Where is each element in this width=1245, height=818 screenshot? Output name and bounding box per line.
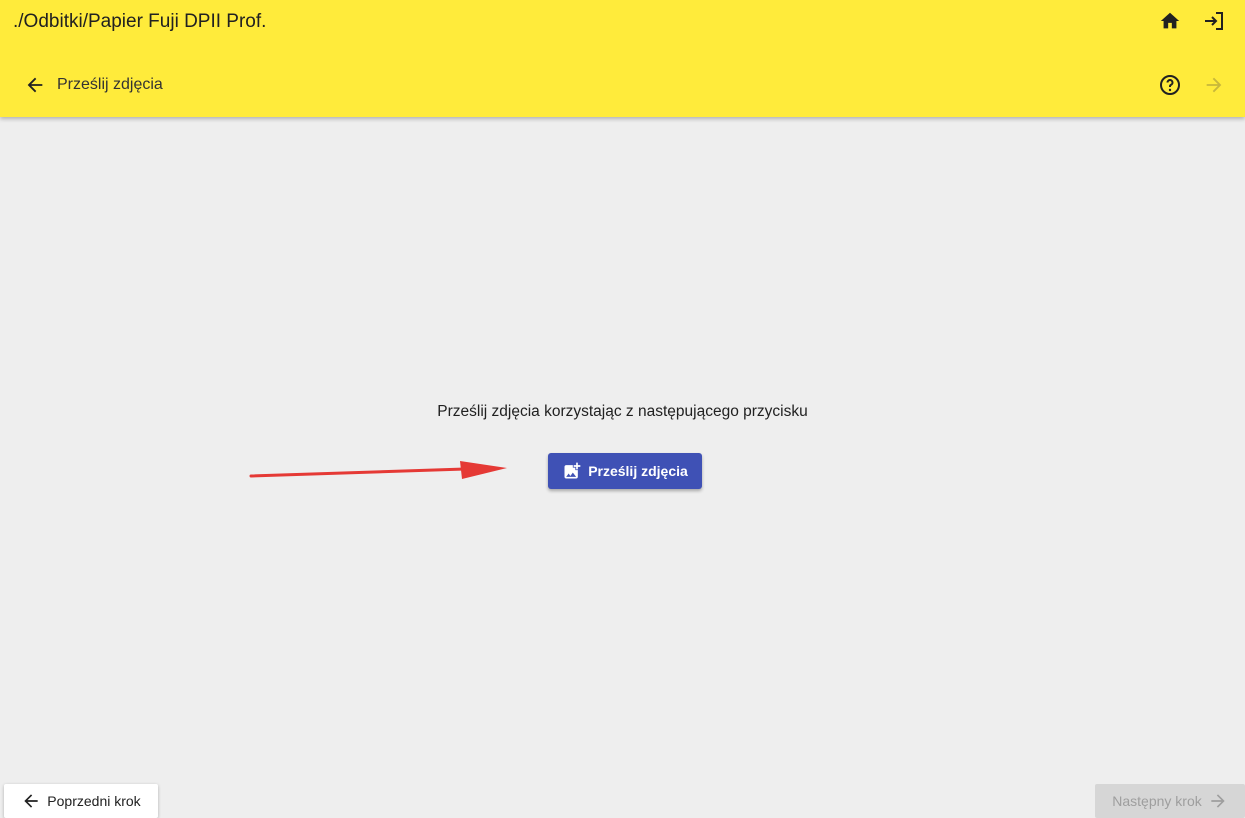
arrow-left-icon — [24, 794, 38, 808]
arrow-right-icon — [1206, 77, 1222, 93]
home-button[interactable] — [1156, 7, 1184, 35]
previous-step-button[interactable]: Poprzedni krok — [4, 784, 158, 818]
step-title: Prześlij zdjęcia — [57, 76, 163, 93]
home-icon — [1160, 12, 1180, 29]
back-button[interactable] — [21, 71, 49, 99]
annotation-arrow — [249, 461, 507, 479]
previous-step-label: Poprzedni krok — [47, 793, 141, 809]
arrow-left-icon — [27, 77, 43, 93]
upload-instruction: Prześlij zdjęcia korzystając z następują… — [437, 403, 808, 420]
app-header: ./Odbitki/Papier Fuji DPII Prof. Prześli… — [0, 0, 1245, 117]
help-button[interactable] — [1156, 71, 1184, 99]
add-photo-icon — [564, 462, 581, 479]
logout-icon — [1205, 12, 1223, 30]
upload-photos-button-label: Prześlij zdjęcia — [588, 463, 688, 479]
upload-photos-button[interactable]: Prześlij zdjęcia — [548, 453, 702, 489]
next-step-button[interactable]: Następny krok — [1095, 784, 1245, 818]
forward-button[interactable] — [1200, 71, 1228, 99]
logout-button[interactable] — [1200, 7, 1228, 35]
page-title: ./Odbitki/Papier Fuji DPII Prof. — [13, 11, 267, 32]
arrow-right-icon — [1211, 794, 1225, 808]
help-circle-icon — [1160, 75, 1180, 95]
next-step-label: Następny krok — [1112, 793, 1202, 809]
